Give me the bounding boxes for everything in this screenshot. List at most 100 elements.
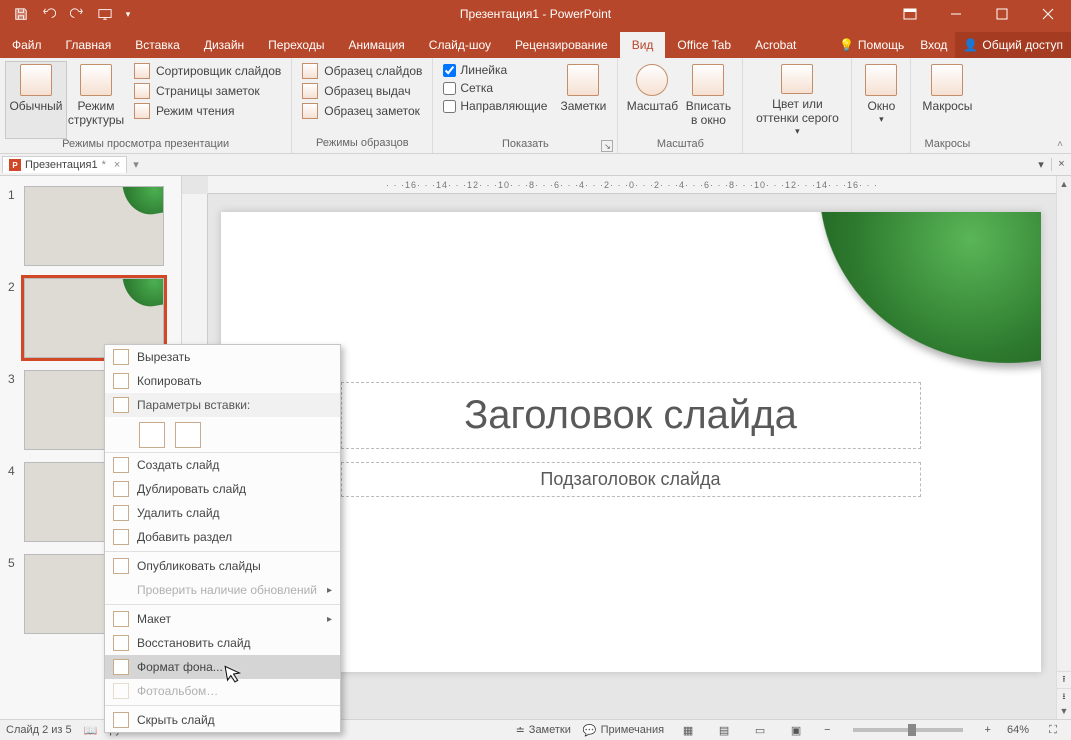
minimize-button[interactable] — [933, 0, 979, 28]
help-button[interactable]: 💡Помощь — [831, 32, 912, 58]
quick-access-toolbar: ▾ — [0, 1, 136, 27]
paste-icon — [113, 397, 129, 413]
tab-home[interactable]: Главная — [54, 32, 124, 58]
ruler-checkbox[interactable]: Линейка — [439, 62, 551, 78]
ctx-cut[interactable]: Вырезать — [105, 345, 340, 369]
gridlines-checkbox[interactable]: Сетка — [439, 80, 551, 96]
zoom-button[interactable]: Масштаб — [624, 62, 680, 138]
powerpoint-icon: P — [9, 159, 21, 171]
paste-option-picture[interactable] — [175, 422, 201, 448]
ctx-delete-slide[interactable]: Удалить слайд — [105, 501, 340, 525]
cut-icon — [113, 349, 129, 365]
ctx-new-slide[interactable]: Создать слайд — [105, 453, 340, 477]
qat-redo[interactable] — [64, 1, 90, 27]
close-button[interactable] — [1025, 0, 1071, 28]
zoom-percent[interactable]: 64% — [1007, 724, 1029, 736]
thumbnail-1[interactable]: 1 — [8, 186, 177, 266]
group-master-views: Образец слайдов Образец выдач Образец за… — [292, 58, 433, 153]
tab-slideshow[interactable]: Слайд-шоу — [417, 32, 503, 58]
qat-customize[interactable]: ▾ — [120, 1, 136, 27]
group-show: Линейка Сетка Направляющие Заметки Показ… — [433, 58, 618, 153]
window-menu-button[interactable]: Окно▾ — [858, 62, 904, 138]
signin-button[interactable]: Вход — [912, 32, 955, 58]
zoom-out-button[interactable]: − — [820, 724, 834, 736]
ctx-layout[interactable]: Макет▸ — [105, 607, 340, 631]
outline-view-icon — [80, 64, 112, 96]
scroll-up-button[interactable]: ▲ — [1057, 176, 1071, 192]
document-tab[interactable]: P Презентация1 * × — [2, 156, 127, 173]
ctx-duplicate-slide[interactable]: Дублировать слайд — [105, 477, 340, 501]
share-button[interactable]: 👤Общий доступ — [955, 32, 1071, 58]
reset-icon — [113, 635, 129, 651]
fit-slide-button[interactable]: ⛶ — [1041, 722, 1065, 738]
notes-master-button[interactable]: Образец заметок — [298, 102, 426, 120]
status-view-reading[interactable]: ▭ — [748, 722, 772, 738]
slide-master-button[interactable]: Образец слайдов — [298, 62, 426, 80]
reading-view-button[interactable]: Режим чтения — [130, 102, 285, 120]
notes-page-button[interactable]: Страницы заметок — [130, 82, 285, 100]
slide-master-icon — [302, 63, 318, 79]
zoom-slider[interactable] — [853, 728, 963, 732]
tab-file[interactable]: Файл — [0, 32, 54, 58]
view-normal-button[interactable]: Обычный — [6, 62, 66, 138]
macros-button[interactable]: Макросы — [917, 62, 977, 138]
status-comments-button[interactable]: 💬Примечания — [583, 724, 664, 737]
status-view-slideshow[interactable]: ▣ — [784, 722, 808, 738]
reading-view-icon — [134, 103, 150, 119]
ctx-hide-slide[interactable]: Скрыть слайд — [105, 708, 340, 732]
ctx-format-background[interactable]: Формат фона... — [105, 655, 340, 679]
paste-option-keep-formatting[interactable] — [139, 422, 165, 448]
restore-button[interactable] — [979, 0, 1025, 28]
subtitle-placeholder[interactable]: Подзаголовок слайда — [341, 462, 921, 497]
title-placeholder[interactable]: Заголовок слайда — [341, 382, 921, 449]
window-icon — [865, 64, 897, 96]
group-macros: Макросы Макросы — [911, 58, 983, 153]
group-color-grayscale: Цвет или оттенки серого▾ — [743, 58, 852, 153]
notes-pane-button[interactable]: Заметки — [555, 62, 611, 138]
doc-tab-close-button[interactable]: × — [114, 159, 120, 171]
ctx-add-section[interactable]: Добавить раздел — [105, 525, 340, 549]
tab-animations[interactable]: Анимация — [336, 32, 416, 58]
status-view-sorter[interactable]: ▤ — [712, 722, 736, 738]
tab-officetab[interactable]: Office Tab — [665, 32, 743, 58]
tab-design[interactable]: Дизайн — [192, 32, 256, 58]
color-grayscale-button[interactable]: Цвет или оттенки серого▾ — [749, 62, 845, 138]
horizontal-ruler[interactable]: · · ·16· · ·14· · ·12· · ·10· · ·8· · ·6… — [208, 176, 1056, 194]
tab-acrobat[interactable]: Acrobat — [743, 32, 808, 58]
notes-small-icon: ≐ — [516, 724, 525, 737]
ctx-reset-slide[interactable]: Восстановить слайд — [105, 631, 340, 655]
fit-to-window-button[interactable]: Вписать в окно — [680, 62, 736, 138]
normal-view-icon — [20, 64, 52, 96]
collapse-ribbon-button[interactable]: ˄ — [1051, 137, 1069, 151]
qat-start-slideshow[interactable] — [92, 1, 118, 27]
qat-undo[interactable] — [36, 1, 62, 27]
handout-master-button[interactable]: Образец выдач — [298, 82, 426, 100]
show-dialog-launcher[interactable]: ↘ — [601, 140, 613, 152]
zoom-in-button[interactable]: + — [981, 724, 995, 736]
tab-transitions[interactable]: Переходы — [256, 32, 336, 58]
scroll-down-button[interactable]: ▼ — [1057, 703, 1071, 719]
notes-page-icon — [134, 83, 150, 99]
status-view-normal[interactable]: ▦ — [676, 722, 700, 738]
tab-view[interactable]: Вид — [620, 32, 666, 58]
slide-sorter-button[interactable]: Сортировщик слайдов — [130, 62, 285, 80]
tab-review[interactable]: Рецензирование — [503, 32, 620, 58]
section-icon — [113, 529, 129, 545]
ctx-publish-slides[interactable]: Опубликовать слайды — [105, 554, 340, 578]
status-slide-counter[interactable]: Слайд 2 из 5 — [6, 724, 72, 736]
lightbulb-icon: 💡 — [839, 38, 854, 52]
status-spellcheck[interactable]: 📖 — [84, 724, 98, 737]
status-notes-button[interactable]: ≐Заметки — [516, 724, 571, 737]
guides-checkbox[interactable]: Направляющие — [439, 98, 551, 114]
slide-canvas[interactable]: Заголовок слайда Подзаголовок слайда — [221, 212, 1041, 672]
doc-tabs-close-all[interactable]: × — [1051, 158, 1071, 171]
qat-save[interactable] — [8, 1, 34, 27]
doc-tabs-menu[interactable]: ▾ — [1031, 158, 1051, 171]
tab-insert[interactable]: Вставка — [123, 32, 192, 58]
vertical-scrollbar[interactable]: ▲ ⭱⭳ ▼ — [1056, 176, 1071, 719]
ctx-copy[interactable]: Копировать — [105, 369, 340, 393]
view-outline-button[interactable]: Режим структуры — [66, 62, 126, 138]
ribbon-display-options-button[interactable] — [887, 0, 933, 28]
doc-tabs-dropdown[interactable]: ▾ — [129, 158, 143, 171]
prev-slide-button[interactable]: ⭱ — [1057, 671, 1071, 688]
